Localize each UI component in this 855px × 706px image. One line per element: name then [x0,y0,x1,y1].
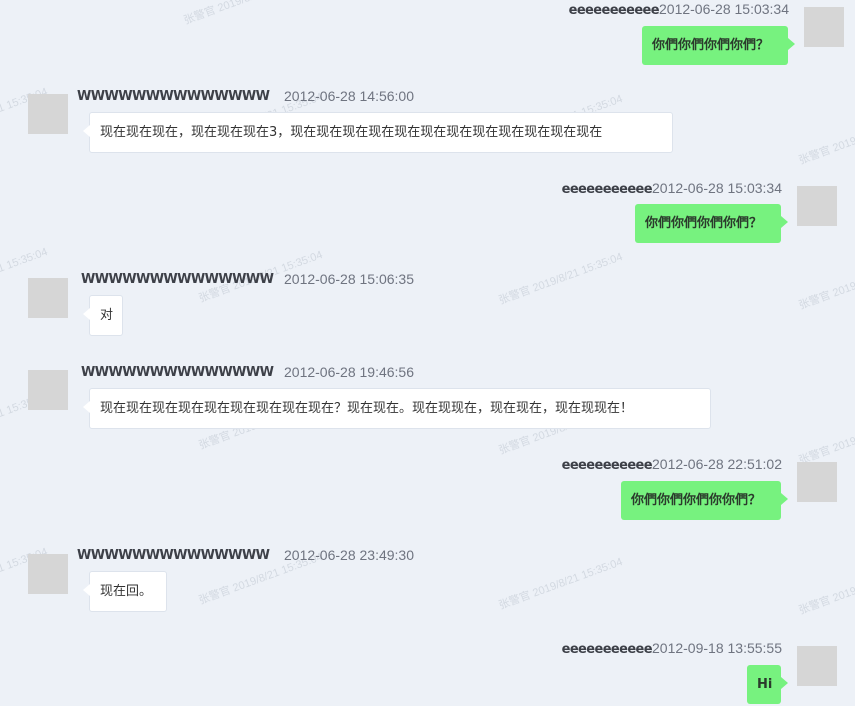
sender-name: eeeeeeeeeee [561,642,653,657]
message-meta-time: 2012-06-28 14:56:00 [284,88,414,106]
sender-avatar[interactable] [797,646,837,686]
watermark: 张警官 2019/8/21 15:35:04 [797,411,855,467]
sender-avatar[interactable] [797,462,837,502]
contact-avatar[interactable] [28,370,68,410]
watermark: 张警官 2019/8/21 15:35:04 [181,0,309,28]
watermark: 张警官 2019/8/21 15:35:04 [797,256,855,312]
message-timestamp: 2012-06-28 15:03:34 [659,1,789,17]
message-meta: WWWWWWWWWWWWWW [77,547,270,564]
contact-avatar[interactable] [28,94,68,134]
message-timestamp: 2012-06-28 15:03:34 [652,180,782,196]
message-bubble-incoming[interactable]: 现在回。 [83,571,167,612]
message-meta: eeeeeeeeeee2012-09-18 13:55:55 [562,640,782,658]
message-meta: WWWWWWWWWWWWWW [81,364,274,381]
message-meta-time: 2012-06-28 15:06:35 [284,271,414,289]
message-bubble-outgoing[interactable]: 你們你們你們你們？ [635,204,788,243]
contact-avatar[interactable] [28,554,68,594]
sender-avatar[interactable] [797,186,837,226]
sender-name: eeeeeeeeeee [568,3,660,18]
message-timestamp: 2012-09-18 13:55:55 [652,640,782,656]
watermark: 张警官 2019/8/21 15:35:04 [497,250,625,307]
message-meta: WWWWWWWWWWWWWW [77,88,270,105]
message-bubble-outgoing[interactable]: 你們你們你們你你們？ [621,481,788,520]
chat-history-panel[interactable]: 张警官 2019/8/21 15:35:04 张警官 2019/8/21 15:… [0,0,855,706]
message-timestamp: 2012-06-28 19:46:56 [284,364,414,380]
message-timestamp: 2012-06-28 15:06:35 [284,271,414,287]
sender-name: eeeeeeeeeee [561,182,653,197]
sender-avatar[interactable] [804,7,844,47]
watermark: 张警官 2019/8/21 15:35:04 [497,555,625,612]
message-bubble-outgoing[interactable]: 你們你們你們你們？ [642,26,795,65]
contact-name: WWWWWWWWWWWWWW [77,89,270,104]
watermark: 张警官 2019/8/21 15:35:04 [797,561,855,617]
watermark: 张警官 2019/8/21 15:35:04 [797,111,855,167]
message-meta: eeeeeeeeeee2012-06-28 15:03:34 [562,180,782,198]
message-meta-time: 2012-06-28 23:49:30 [284,547,414,565]
message-bubble-incoming[interactable]: 现在现在现在现在现在现在现在现在现在？现在现在。现在现现在，现在现在，现在现现在… [83,388,711,429]
message-timestamp: 2012-06-28 14:56:00 [284,88,414,104]
contact-name: WWWWWWWWWWWWWW [81,365,274,380]
message-bubble-outgoing[interactable]: Hi [747,665,788,704]
message-meta: eeeeeeeeeee2012-06-28 22:51:02 [562,456,782,474]
contact-name: WWWWWWWWWWWWWW [77,548,270,563]
message-timestamp: 2012-06-28 22:51:02 [652,456,782,472]
message-bubble-incoming[interactable]: 现在现在现在，现在现在现在3，现在现在现在现在现在现在现在现在现在现在现在现在 [83,112,673,153]
message-timestamp: 2012-06-28 23:49:30 [284,547,414,563]
message-meta: eeeeeeeeeee2012-06-28 15:03:34 [569,1,789,19]
message-meta: WWWWWWWWWWWWWW [81,271,274,288]
message-bubble-incoming[interactable]: 对 [83,295,123,336]
message-meta-time: 2012-06-28 19:46:56 [284,364,414,382]
contact-avatar[interactable] [28,278,68,318]
sender-name: eeeeeeeeeee [561,458,653,473]
contact-name: WWWWWWWWWWWWWW [81,272,274,287]
